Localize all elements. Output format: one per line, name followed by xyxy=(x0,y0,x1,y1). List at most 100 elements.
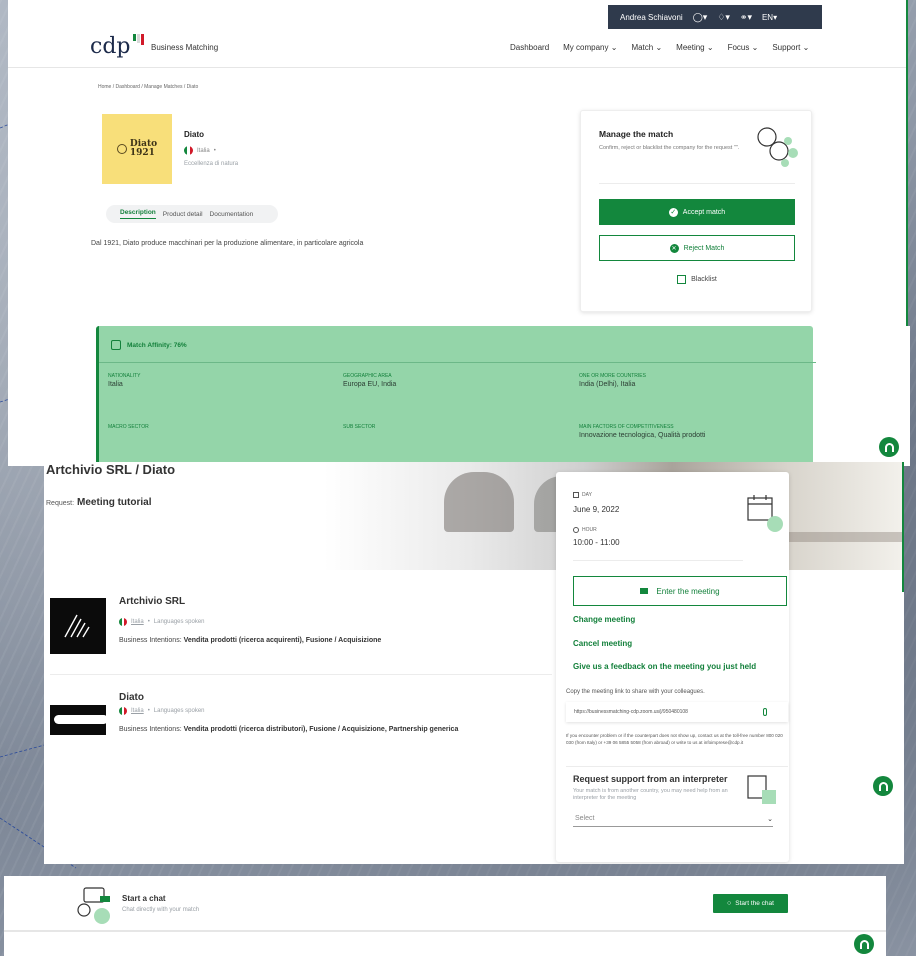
meeting-request: Request: Meeting tutorial xyxy=(46,497,152,508)
check-circle-icon: ✓ xyxy=(668,207,678,217)
interpreter-text: Your match is from another country, you … xyxy=(573,788,728,801)
affinity-panel: Match Affinity: 76% NATIONALITY Italia G… xyxy=(8,326,910,466)
x-circle-icon: ✕ xyxy=(669,243,679,253)
participant-country-1: Italia • Languages spoken xyxy=(119,618,205,626)
company-description: Dal 1921, Diato produce macchinari per l… xyxy=(91,240,364,247)
day-label: DAY xyxy=(573,492,592,498)
company-country: Italia • xyxy=(184,146,216,155)
artchivio-logo xyxy=(50,598,106,654)
interpreter-title: Request support from an interpreter xyxy=(573,774,728,784)
language-selector[interactable]: EN▾ xyxy=(762,13,777,22)
calendar-small-icon xyxy=(573,492,579,498)
hour-label: HOUR xyxy=(573,527,597,533)
side-divider xyxy=(573,560,743,561)
right-accent-bar xyxy=(906,0,908,340)
company-tagline: Eccellenza di natura xyxy=(184,161,239,167)
handshake-icon xyxy=(755,125,799,169)
company-tabs: Description Product detail Documentation xyxy=(106,205,278,223)
affinity-value-nationality: Italia xyxy=(108,381,123,388)
affinity-label-countries: ONE OR MORE COUNTRIES xyxy=(579,373,646,379)
feedback-link[interactable]: Give us a feedback on the meeting you ju… xyxy=(573,662,756,671)
participant-name-1: Artchivio SRL xyxy=(119,596,186,607)
flag-mark-icon xyxy=(132,34,144,45)
nav-meeting[interactable]: Meeting ⌄ xyxy=(676,43,713,52)
tab-product-detail[interactable]: Product detail xyxy=(163,211,203,218)
participant-name-2: Diato xyxy=(119,692,144,703)
meeting-title: Artchivio SRL / Diato xyxy=(46,462,176,477)
user-name[interactable]: Andrea Schiavoni xyxy=(620,13,683,22)
headset-icon xyxy=(884,442,894,452)
brand-subtitle: Business Matching xyxy=(151,43,219,52)
change-meeting-link[interactable]: Change meeting xyxy=(573,615,635,624)
company-name: Diato xyxy=(184,130,204,139)
company-panel: Andrea Schiavoni ◯▾ ♢▾ ⚭▾ EN▾ cdp Busine… xyxy=(8,0,908,340)
share-icon[interactable]: ⚭▾ xyxy=(740,12,752,23)
tab-description[interactable]: Description xyxy=(120,209,156,219)
side-divider xyxy=(566,766,788,767)
accept-match-button[interactable]: ✓ Accept match xyxy=(599,199,795,225)
diato-logo-redacted xyxy=(50,705,106,735)
affinity-label-sub: SUB SECTOR xyxy=(343,424,376,430)
support-headset-button-2[interactable] xyxy=(873,776,893,796)
interpreter-icon xyxy=(746,774,780,808)
interpreter-select[interactable]: Select ⌄ xyxy=(573,811,773,827)
meeting-panel: Artchivio SRL / Diato Request: Meeting t… xyxy=(44,462,904,864)
participants-divider xyxy=(50,674,552,675)
meeting-link-field[interactable]: https://businessmatching-cdp.zoom.us/j/9… xyxy=(566,702,788,722)
manage-divider xyxy=(599,183,795,184)
company-logo: Diato 1921 xyxy=(102,114,172,184)
user-bar: Andrea Schiavoni ◯▾ ♢▾ ⚭▾ EN▾ xyxy=(608,5,822,29)
meeting-day: June 9, 2022 xyxy=(573,505,620,514)
nav-dashboard[interactable]: Dashboard xyxy=(510,43,549,52)
meeting-hour: 10:00 - 11:00 xyxy=(573,538,620,547)
affinity-box: Match Affinity: 76% xyxy=(96,326,816,466)
calendar-icon xyxy=(746,492,786,532)
blacklist-icon xyxy=(677,275,687,284)
clip-icon[interactable] xyxy=(763,708,767,716)
reject-match-button[interactable]: ✕ Reject Match xyxy=(599,235,795,261)
user-icon[interactable]: ◯▾ xyxy=(693,12,708,23)
hero-chair xyxy=(444,472,514,532)
chevron-down-icon: ⌄ xyxy=(767,815,773,823)
nav-focus[interactable]: Focus ⌄ xyxy=(728,43,759,52)
flag-it-icon xyxy=(119,707,127,715)
participant-intents-2: Business Intentions: Vendita prodotti (r… xyxy=(119,726,459,733)
affinity-label-factors: MAIN FACTORS OF COMPETITIVENESS xyxy=(579,424,674,430)
start-chat-button[interactable]: ○ Start the chat xyxy=(713,894,788,913)
chat-bubble-icon: ○ xyxy=(727,900,732,907)
globe-icon xyxy=(116,144,127,154)
affinity-value-countries: India (Delhi), Italia xyxy=(579,381,636,388)
manage-title: Manage the match xyxy=(599,129,674,139)
affinity-title: Match Affinity: 76% xyxy=(111,340,187,350)
header-divider xyxy=(8,67,908,68)
nav-my-company[interactable]: My company ⌄ xyxy=(563,43,617,52)
affinity-divider xyxy=(99,362,816,363)
manage-text: Confirm, reject or blacklist the company… xyxy=(599,145,740,151)
breadcrumb[interactable]: Home / Dashboard / Manage Matches / Diat… xyxy=(98,84,198,90)
support-headset-button-1[interactable] xyxy=(879,437,899,457)
chat-panel: Start a chat Chat directly with your mat… xyxy=(4,876,886,956)
affinity-icon xyxy=(111,340,121,350)
support-contact-text: If you encounter problem or if the count… xyxy=(566,733,783,745)
support-headset-button-3[interactable] xyxy=(854,934,874,954)
chat-icon xyxy=(76,886,116,926)
nav-match[interactable]: Match ⌄ xyxy=(631,43,662,52)
clock-icon xyxy=(573,527,579,533)
main-nav: Dashboard My company ⌄ Match ⌄ Meeting ⌄… xyxy=(510,43,809,52)
affinity-value-factors: Innovazione tecnologica, Qualità prodott… xyxy=(579,432,706,439)
redaction-mark xyxy=(54,715,106,724)
copy-link-label: Copy the meeting link to share with your… xyxy=(566,689,705,695)
cancel-meeting-link[interactable]: Cancel meeting xyxy=(573,639,632,648)
participant-country-2: Italia • Languages spoken xyxy=(119,707,205,715)
headset-icon xyxy=(859,939,869,949)
nav-support[interactable]: Support ⌄ xyxy=(772,43,809,52)
bell-icon[interactable]: ♢▾ xyxy=(717,12,730,23)
meeting-side-card: DAY June 9, 2022 HOUR 10:00 - 11:00 Ente… xyxy=(556,472,789,862)
cdp-logo[interactable]: cdp xyxy=(90,34,144,59)
tab-documentation[interactable]: Documentation xyxy=(210,211,254,218)
enter-meeting-button[interactable]: Enter the meeting xyxy=(573,576,787,606)
blacklist-button[interactable]: Blacklist xyxy=(599,275,795,284)
chat-subtitle: Chat directly with your match xyxy=(122,907,200,913)
participant-intents-1: Business Intentions: Vendita prodotti (r… xyxy=(119,637,382,644)
headset-icon xyxy=(878,781,888,791)
